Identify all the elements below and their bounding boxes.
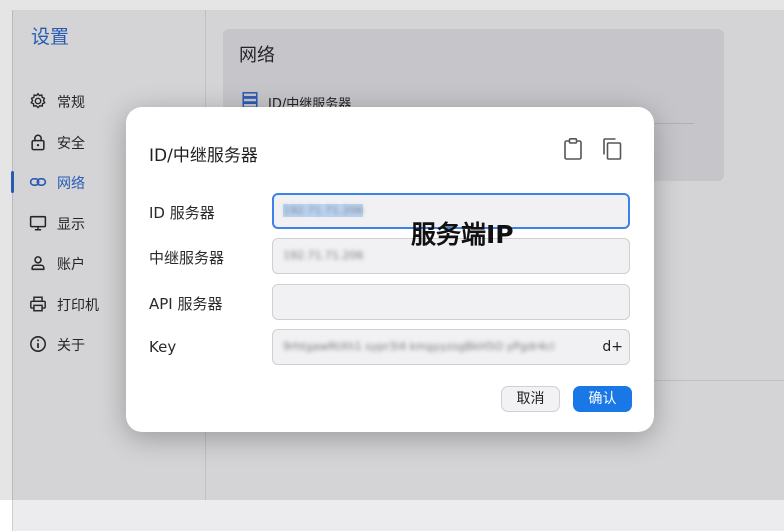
- id-server-label: ID 服务器: [149, 204, 215, 222]
- key-label: Key: [149, 338, 177, 356]
- api-server-label: API 服务器: [149, 295, 223, 313]
- cancel-button[interactable]: 取消: [501, 386, 560, 412]
- api-server-input[interactable]: [272, 284, 630, 320]
- paste-icon[interactable]: [562, 137, 584, 161]
- relay-server-value: 192.71.71.206: [283, 249, 364, 262]
- id-relay-server-dialog: ID/中继服务器 ID 服务器 192.71.71.206 中继服务器 192.…: [126, 107, 654, 432]
- relay-server-label: 中继服务器: [149, 249, 225, 267]
- id-server-value: 192.71.71.206: [283, 204, 364, 217]
- copy-icon[interactable]: [601, 137, 623, 161]
- annotation-label: 服务端IP: [411, 220, 514, 249]
- dialog-title: ID/中继服务器: [149, 146, 258, 166]
- key-value: 9rhtgawRtXh1 sypr3i4 kmgyyzsgBkH5O yPgdr…: [283, 340, 555, 353]
- key-input[interactable]: 9rhtgawRtXh1 sypr3i4 kmgyyzsgBkH5O yPgdr…: [272, 329, 630, 365]
- key-value-tail: d+: [600, 330, 623, 364]
- confirm-button[interactable]: 确认: [573, 386, 632, 412]
